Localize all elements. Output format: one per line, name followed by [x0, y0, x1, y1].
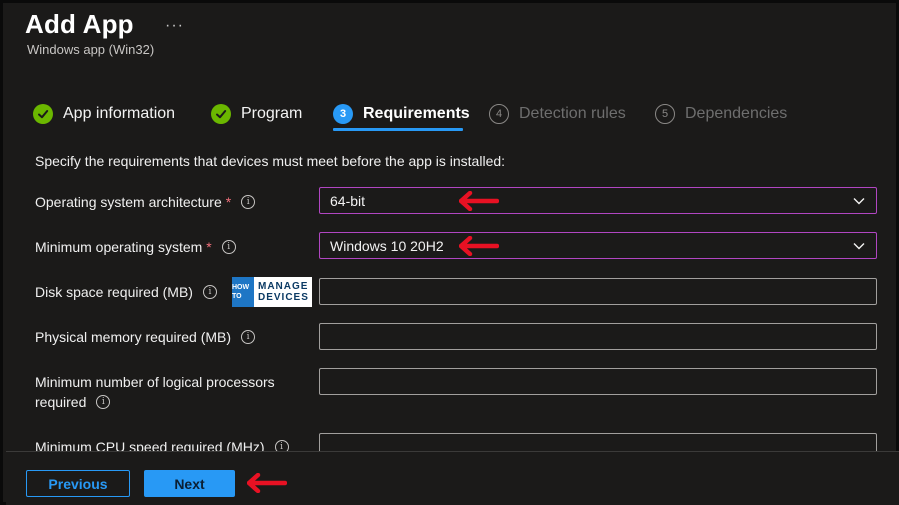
- dropdown-value: Windows 10 20H2: [330, 237, 444, 254]
- physical-memory-input[interactable]: [319, 323, 877, 350]
- checkmark-icon: [211, 104, 231, 124]
- disk-space-input[interactable]: [319, 278, 877, 305]
- red-arrow-left-icon: [247, 473, 287, 493]
- page-title: Add App: [25, 9, 134, 39]
- required-marker: *: [206, 239, 212, 255]
- info-icon[interactable]: i: [241, 195, 256, 209]
- requirements-description: Specify the requirements that devices mu…: [35, 153, 506, 169]
- checkmark-icon: [33, 104, 53, 124]
- step-label: App information: [63, 105, 176, 122]
- min-os-dropdown[interactable]: Windows 10 20H2: [319, 232, 877, 259]
- step-label: Dependencies: [685, 105, 788, 122]
- info-icon[interactable]: i: [202, 285, 217, 299]
- step-detection-rules[interactable]: 4 Detection rules: [489, 101, 626, 127]
- step-label: Detection rules: [519, 105, 626, 122]
- step-label: Program: [241, 105, 303, 122]
- step-program[interactable]: Program: [211, 101, 302, 127]
- os-architecture-label: Operating system architecture * i: [35, 194, 256, 210]
- blade-header: Add App: [25, 9, 134, 40]
- info-icon[interactable]: i: [96, 395, 111, 409]
- page-subtitle: Windows app (Win32): [27, 42, 155, 57]
- next-button[interactable]: Next: [144, 470, 235, 497]
- os-architecture-dropdown[interactable]: 64-bit: [319, 187, 877, 214]
- step-dependencies[interactable]: 5 Dependencies: [655, 101, 787, 127]
- wizard-footer: Previous Next: [6, 451, 899, 505]
- physical-memory-label: Physical memory required (MB) i: [35, 329, 256, 345]
- step-number-icon: 3: [333, 104, 353, 124]
- previous-button[interactable]: Previous: [26, 470, 130, 497]
- logo-how-to: HOW TO: [232, 277, 254, 307]
- required-marker: *: [225, 194, 232, 210]
- logical-processors-label-cont: required i: [35, 394, 111, 410]
- step-number-icon: 5: [655, 104, 675, 124]
- info-icon[interactable]: i: [221, 240, 236, 254]
- logical-processors-label: Minimum number of logical processors: [35, 374, 275, 390]
- info-icon[interactable]: i: [241, 330, 256, 344]
- step-app-information[interactable]: App information: [33, 101, 175, 127]
- how-to-manage-devices-logo: HOW TO MANAGE DEVICES: [232, 277, 312, 307]
- dropdown-value: 64-bit: [330, 192, 366, 209]
- add-app-blade: Add App ··· Windows app (Win32) App info…: [0, 0, 899, 505]
- disk-space-label: Disk space required (MB) i: [35, 284, 217, 300]
- chevron-down-icon: [853, 243, 865, 250]
- more-options-button[interactable]: ···: [165, 17, 184, 35]
- step-requirements[interactable]: 3 Requirements: [333, 101, 470, 127]
- logical-processors-input[interactable]: [319, 368, 877, 395]
- active-step-indicator: [333, 128, 463, 131]
- red-arrow-left-icon: [459, 236, 499, 256]
- min-os-label: Minimum operating system * i: [35, 239, 236, 255]
- step-label: Requirements: [363, 105, 470, 122]
- step-number-icon: 4: [489, 104, 509, 124]
- red-arrow-left-icon: [459, 191, 499, 211]
- chevron-down-icon: [853, 198, 865, 205]
